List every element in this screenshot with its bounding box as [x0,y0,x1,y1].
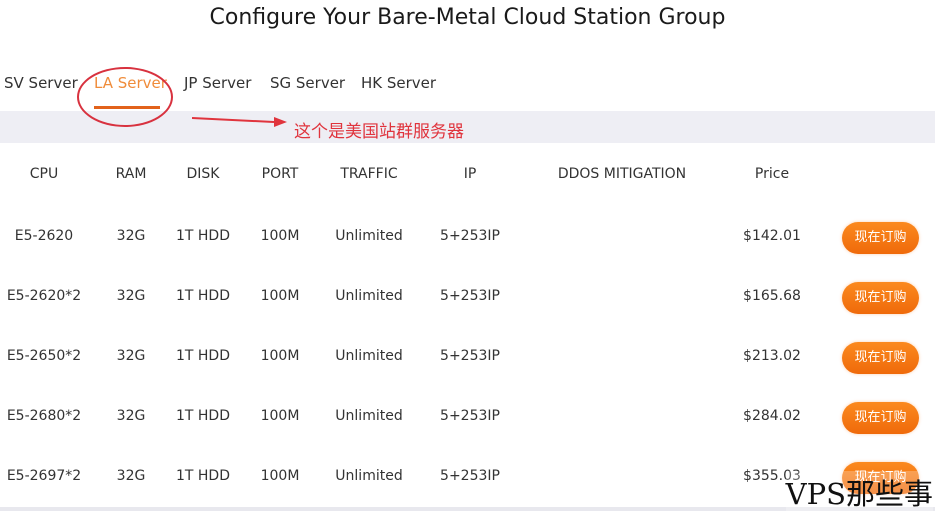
tab-sg-server[interactable]: SG Server [270,74,345,92]
cell-traffic: Unlimited [335,288,403,304]
cell-ram: 32G [116,408,146,424]
order-now-button[interactable]: 现在订购 [842,402,919,434]
cell-ram: 32G [116,348,146,364]
tab-jp-server[interactable]: JP Server [184,74,251,92]
cell-port: 100M [260,408,300,424]
annotation-arrow-icon [192,117,287,127]
header-ip: IP [463,166,477,182]
cell-disk: 1T HDD [176,408,230,424]
cell-traffic: Unlimited [335,228,403,244]
cell-ip: 5+253IP [440,228,500,244]
cell-traffic: Unlimited [335,408,403,424]
watermark: VPS那些事 [785,471,933,513]
cell-disk: 1T HDD [176,288,230,304]
cell-cpu: E5-2620*2 [6,288,82,304]
header-price: Price [754,166,790,182]
cell-price: $284.02 [743,408,801,424]
cell-price: $213.02 [743,348,801,364]
header-ddos-mitigation: DDOS MITIGATION [557,166,687,182]
cell-ram: 32G [116,228,146,244]
annotation-circle [77,67,173,127]
cell-price: $165.68 [743,288,801,304]
cell-traffic: Unlimited [335,468,403,484]
cell-port: 100M [260,228,300,244]
cell-ram: 32G [116,288,146,304]
cell-port: 100M [260,288,300,304]
cell-cpu: E5-2697*2 [6,468,82,484]
cell-cpu: E5-2680*2 [6,408,82,424]
cell-port: 100M [260,348,300,364]
cell-cpu: E5-2650*2 [6,348,82,364]
cell-ip: 5+253IP [440,288,500,304]
header-disk: DISK [186,166,220,182]
cell-ip: 5+253IP [440,408,500,424]
cell-disk: 1T HDD [176,348,230,364]
page-title: Configure Your Bare-Metal Cloud Station … [209,5,726,30]
cell-port: 100M [260,468,300,484]
cell-cpu: E5-2620 [14,228,74,244]
cell-ip: 5+253IP [440,468,500,484]
cell-price: $142.01 [743,228,801,244]
tab-sv-server[interactable]: SV Server [4,74,78,92]
cell-disk: 1T HDD [176,228,230,244]
annotation-text: 这个是美国站群服务器 [294,122,464,142]
order-now-button[interactable]: 现在订购 [842,342,919,374]
cell-disk: 1T HDD [176,468,230,484]
header-cpu: CPU [29,166,59,182]
order-now-button[interactable]: 现在订购 [842,282,919,314]
header-traffic: TRAFFIC [340,166,398,182]
cell-ip: 5+253IP [440,348,500,364]
header-port: PORT [261,166,299,182]
order-now-button[interactable]: 现在订购 [842,222,919,254]
header-ram: RAM [115,166,147,182]
tab-hk-server[interactable]: HK Server [361,74,436,92]
cell-traffic: Unlimited [335,348,403,364]
cell-ram: 32G [116,468,146,484]
